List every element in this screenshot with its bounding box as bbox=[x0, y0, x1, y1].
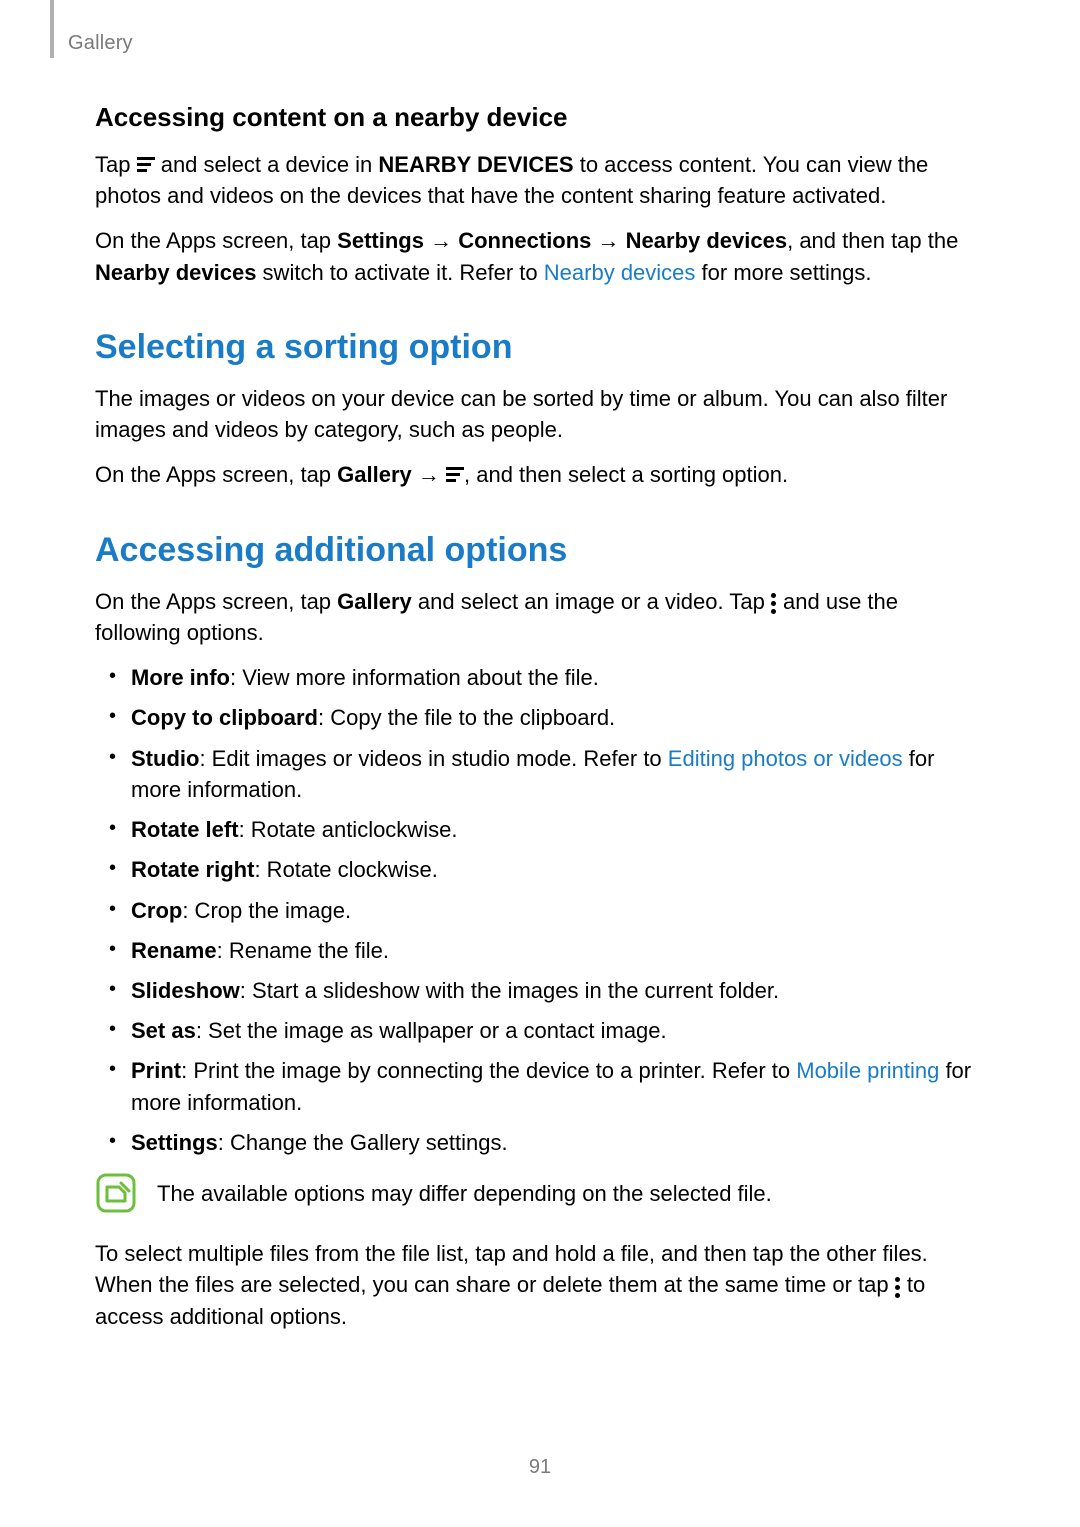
text: On the Apps screen, tap bbox=[95, 228, 337, 253]
text: On the Apps screen, tap bbox=[95, 462, 337, 487]
bold-settings: Settings bbox=[337, 228, 424, 253]
option-desc: : Rename the file. bbox=[217, 938, 389, 963]
list-item: Rotate right: Rotate clockwise. bbox=[95, 854, 985, 885]
arrow-icon: → bbox=[591, 228, 625, 253]
text: for more settings. bbox=[695, 260, 871, 285]
note-text: The available options may differ dependi… bbox=[157, 1172, 772, 1209]
option-name: Print bbox=[131, 1058, 181, 1083]
text: , and then tap the bbox=[787, 228, 958, 253]
heading-nearby-content: Accessing content on a nearby device bbox=[95, 102, 985, 133]
option-name: Studio bbox=[131, 746, 199, 771]
text: To select multiple files from the file l… bbox=[95, 1241, 928, 1297]
list-item: More info: View more information about t… bbox=[95, 662, 985, 693]
option-desc: : Print the image by connecting the devi… bbox=[181, 1058, 796, 1083]
link-editing-photos[interactable]: Editing photos or videos bbox=[668, 746, 903, 771]
option-desc: : Set the image as wallpaper or a contac… bbox=[196, 1018, 667, 1043]
option-name: Rotate left bbox=[131, 817, 239, 842]
list-item: Set as: Set the image as wallpaper or a … bbox=[95, 1015, 985, 1046]
option-name: More info bbox=[131, 665, 230, 690]
option-name: Set as bbox=[131, 1018, 196, 1043]
text: and select a device in bbox=[155, 152, 379, 177]
list-item: Print: Print the image by connecting the… bbox=[95, 1055, 985, 1117]
link-mobile-printing[interactable]: Mobile printing bbox=[796, 1058, 939, 1083]
text: Tap bbox=[95, 152, 137, 177]
option-desc: : Start a slideshow with the images in t… bbox=[240, 978, 779, 1003]
paragraph-sorting-2: On the Apps screen, tap Gallery → , and … bbox=[95, 459, 985, 490]
bold-gallery: Gallery bbox=[337, 462, 412, 487]
list-item: Crop: Crop the image. bbox=[95, 895, 985, 926]
paragraph-nearby-1: Tap and select a device in NEARBY DEVICE… bbox=[95, 149, 985, 211]
bold-nearby-devices: Nearby devices bbox=[626, 228, 787, 253]
option-desc: : Change the Gallery settings. bbox=[218, 1130, 508, 1155]
menu-icon bbox=[446, 464, 464, 485]
bold-nearby-devices-switch: Nearby devices bbox=[95, 260, 256, 285]
heading-sorting-option: Selecting a sorting option bbox=[95, 328, 985, 367]
bold-nearby-devices: NEARBY DEVICES bbox=[378, 152, 573, 177]
text: , and then select a sorting option. bbox=[464, 462, 788, 487]
option-name: Rotate right bbox=[131, 857, 254, 882]
list-item: Settings: Change the Gallery settings. bbox=[95, 1127, 985, 1158]
more-options-icon bbox=[771, 590, 777, 612]
option-desc: : Copy the file to the clipboard. bbox=[318, 705, 615, 730]
text: On the Apps screen, tap bbox=[95, 589, 337, 614]
heading-additional-options: Accessing additional options bbox=[95, 531, 985, 570]
header-section-label: Gallery bbox=[68, 32, 133, 55]
paragraph-multiselect: To select multiple files from the file l… bbox=[95, 1238, 985, 1332]
page-number: 91 bbox=[0, 1456, 1080, 1479]
note-block: The available options may differ dependi… bbox=[95, 1172, 985, 1214]
link-nearby-devices[interactable]: Nearby devices bbox=[544, 260, 696, 285]
options-list: More info: View more information about t… bbox=[95, 662, 985, 1158]
option-name: Slideshow bbox=[131, 978, 240, 1003]
bold-connections: Connections bbox=[458, 228, 591, 253]
menu-icon bbox=[137, 154, 155, 175]
option-name: Crop bbox=[131, 898, 182, 923]
more-options-icon bbox=[895, 1274, 901, 1296]
option-name: Copy to clipboard bbox=[131, 705, 318, 730]
list-item: Copy to clipboard: Copy the file to the … bbox=[95, 702, 985, 733]
option-name: Settings bbox=[131, 1130, 218, 1155]
text: switch to activate it. Refer to bbox=[256, 260, 543, 285]
list-item: Studio: Edit images or videos in studio … bbox=[95, 743, 985, 805]
option-desc: : View more information about the file. bbox=[230, 665, 599, 690]
paragraph-sorting-1: The images or videos on your device can … bbox=[95, 383, 985, 445]
bold-gallery: Gallery bbox=[337, 589, 412, 614]
page-content: Accessing content on a nearby device Tap… bbox=[95, 30, 985, 1332]
paragraph-nearby-2: On the Apps screen, tap Settings → Conne… bbox=[95, 225, 985, 287]
note-icon bbox=[95, 1172, 137, 1214]
option-desc: : Rotate clockwise. bbox=[254, 857, 437, 882]
option-desc: : Crop the image. bbox=[182, 898, 351, 923]
list-item: Slideshow: Start a slideshow with the im… bbox=[95, 975, 985, 1006]
option-name: Rename bbox=[131, 938, 217, 963]
paragraph-additional-intro: On the Apps screen, tap Gallery and sele… bbox=[95, 586, 985, 648]
list-item: Rename: Rename the file. bbox=[95, 935, 985, 966]
option-desc: : Edit images or videos in studio mode. … bbox=[199, 746, 667, 771]
header-rule bbox=[50, 0, 54, 58]
arrow-icon: → bbox=[412, 462, 446, 487]
list-item: Rotate left: Rotate anticlockwise. bbox=[95, 814, 985, 845]
option-desc: : Rotate anticlockwise. bbox=[239, 817, 458, 842]
arrow-icon: → bbox=[424, 228, 458, 253]
page: Gallery Accessing content on a nearby de… bbox=[0, 0, 1080, 1527]
text: and select an image or a video. Tap bbox=[412, 589, 771, 614]
